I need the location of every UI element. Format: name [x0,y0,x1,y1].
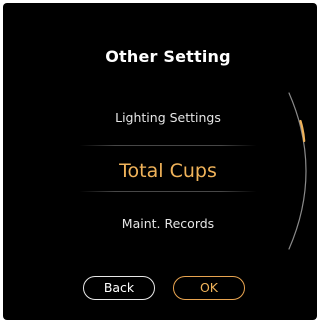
menu-item-total-cups[interactable]: Total Cups [3,160,317,182]
device-screen: Other Setting Lighting Settings Total Cu… [3,3,317,320]
menu-item-lighting-settings[interactable]: Lighting Settings [3,110,317,125]
divider-top [79,145,257,146]
menu-item-maint-records[interactable]: Maint. Records [3,216,317,231]
divider-bottom [79,191,257,192]
back-button[interactable]: Back [83,276,155,300]
page-title: Other Setting [105,47,231,66]
ok-button[interactable]: OK [173,276,245,300]
